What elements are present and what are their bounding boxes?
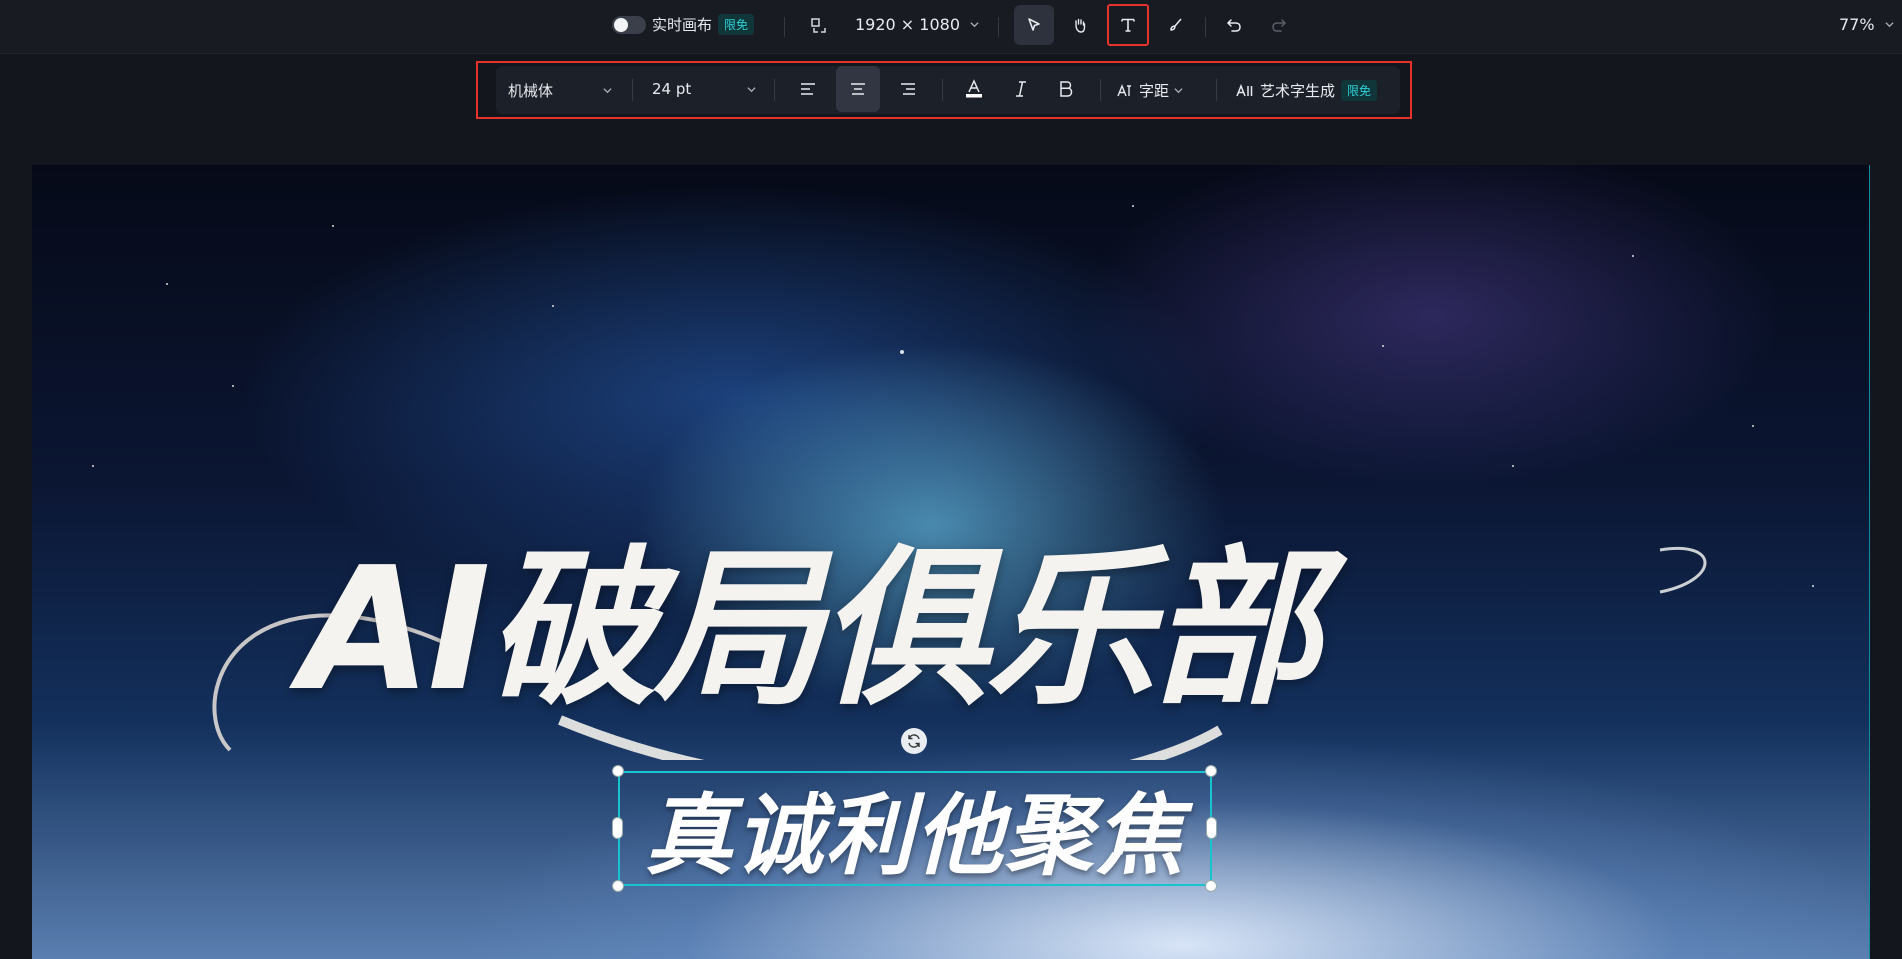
hand-tool-button[interactable] <box>1060 5 1100 45</box>
realtime-canvas-toggle[interactable] <box>612 15 646 34</box>
chevron-down-icon <box>603 88 612 94</box>
font-size-value: 24 pt <box>652 80 692 98</box>
letter-spacing-select[interactable]: 字距 <box>1116 80 1183 101</box>
realtime-canvas-control: 实时画布 限免 <box>612 14 755 35</box>
divider <box>632 79 633 101</box>
select-tool-button[interactable] <box>1014 5 1054 45</box>
align-left-icon <box>801 83 815 95</box>
title-art-text[interactable]: AI破局俱乐部 <box>300 520 1680 740</box>
font-size-select[interactable]: 24 pt <box>652 80 756 98</box>
star <box>1632 255 1634 257</box>
redo-icon <box>1272 19 1287 32</box>
chevron-down-icon <box>747 86 756 92</box>
star <box>92 465 94 467</box>
undo-button[interactable] <box>1214 5 1254 45</box>
resize-handle-bottom-right[interactable] <box>1205 880 1217 892</box>
redo-button[interactable] <box>1259 5 1299 45</box>
star <box>552 305 554 307</box>
canvas-size-value: 1920 × 1080 <box>855 15 961 34</box>
letter-spacing-icon <box>1117 83 1131 96</box>
resize-handle-top-right[interactable] <box>1205 765 1217 777</box>
divider <box>774 79 775 101</box>
star <box>1512 465 1514 467</box>
selection-box <box>618 771 1212 886</box>
limited-free-badge: 限免 <box>718 14 755 35</box>
resize-icon <box>811 18 826 33</box>
resize-handle-right[interactable] <box>1206 817 1217 839</box>
art-text-generate-button[interactable]: 艺术字生成 限免 <box>1236 80 1378 101</box>
star <box>1382 345 1384 347</box>
align-right-button[interactable] <box>886 66 930 112</box>
star <box>232 385 234 387</box>
divider <box>942 79 943 101</box>
text-tool-icon <box>1121 18 1135 32</box>
ai-icon <box>1236 83 1253 96</box>
bold-icon <box>1060 81 1073 97</box>
divider <box>1205 17 1206 37</box>
realtime-canvas-label: 实时画布 <box>652 16 713 34</box>
italic-button[interactable] <box>999 66 1043 112</box>
star <box>1752 425 1754 427</box>
star <box>1132 205 1134 207</box>
resize-handle-top-left[interactable] <box>612 765 624 777</box>
align-left-button[interactable] <box>786 66 830 112</box>
star <box>166 283 168 285</box>
star <box>1812 585 1814 587</box>
limited-free-badge: 限免 <box>1341 80 1378 101</box>
brush-tool-button[interactable] <box>1156 5 1196 45</box>
divider <box>1216 79 1217 101</box>
hand-icon <box>1075 18 1086 33</box>
zoom-select[interactable]: 77% <box>1839 15 1894 34</box>
chevron-down-icon <box>970 22 979 28</box>
align-center-icon <box>851 83 865 95</box>
divider <box>784 17 785 37</box>
canvas-size-select[interactable]: 1920 × 1080 <box>855 15 979 34</box>
text-tool-button[interactable] <box>1107 4 1149 46</box>
bold-button[interactable] <box>1044 66 1088 112</box>
italic-icon <box>1016 81 1026 97</box>
rotate-icon <box>908 734 920 748</box>
art-text-label: 艺术字生成 <box>1260 82 1336 100</box>
star <box>332 225 334 227</box>
align-right-icon <box>901 83 915 95</box>
brush-icon <box>1170 18 1182 31</box>
rotate-handle[interactable] <box>901 728 927 754</box>
undo-icon <box>1226 19 1241 32</box>
chevron-down-icon <box>1884 22 1894 28</box>
editor-app: 实时画布 限免 1920 × 1080 77% 机械体 24 pt 字距 艺术字… <box>0 0 1902 959</box>
divider <box>1100 79 1101 101</box>
text-color-icon <box>966 79 982 98</box>
zoom-value: 77% <box>1839 15 1875 34</box>
text-format-toolbar: 机械体 24 pt 字距 艺术字生成 限免 <box>496 66 1400 114</box>
font-family-value: 机械体 <box>508 82 554 100</box>
divider <box>998 17 999 37</box>
canvas-edge <box>1869 165 1870 959</box>
chevron-down-icon <box>1174 88 1183 94</box>
cursor-arrow-icon <box>1028 18 1040 31</box>
top-toolbar: 实时画布 限免 1920 × 1080 77% <box>0 0 1902 54</box>
align-center-button[interactable] <box>836 66 880 112</box>
star <box>900 350 904 354</box>
resize-handle-bottom-left[interactable] <box>612 880 624 892</box>
resize-handle-left[interactable] <box>612 817 623 839</box>
font-family-select[interactable]: 机械体 <box>508 80 612 101</box>
letter-spacing-label: 字距 <box>1139 82 1170 100</box>
text-color-button[interactable] <box>952 66 996 112</box>
resize-canvas-button[interactable] <box>799 6 839 46</box>
